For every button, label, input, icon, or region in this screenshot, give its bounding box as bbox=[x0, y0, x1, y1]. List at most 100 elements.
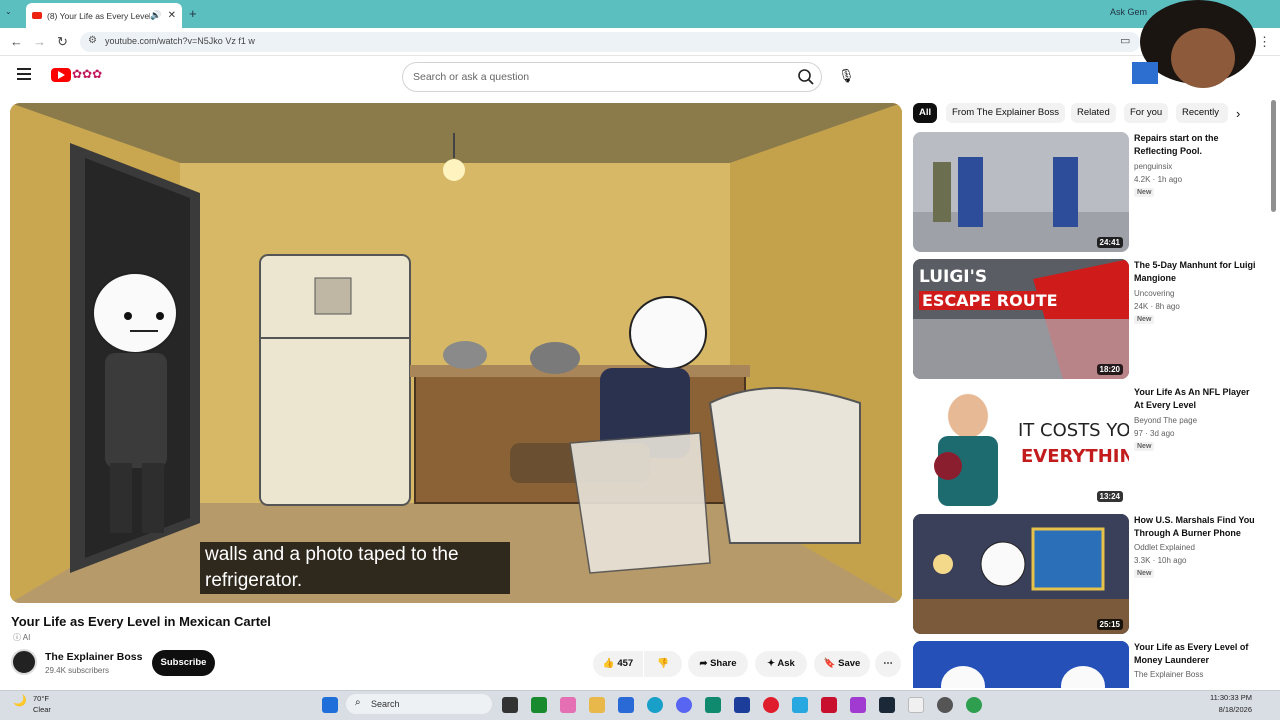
file-explorer-icon[interactable] bbox=[589, 697, 605, 713]
adobe-icon[interactable] bbox=[821, 697, 837, 713]
app-icon-green[interactable] bbox=[705, 697, 721, 713]
windows-taskbar bbox=[0, 690, 1280, 720]
chevron-right-icon[interactable]: › bbox=[1236, 106, 1240, 121]
chip-related[interactable]: Related bbox=[1071, 103, 1116, 123]
recommendation-thumbnail[interactable] bbox=[913, 641, 1129, 688]
app-icon-dark[interactable] bbox=[937, 697, 953, 713]
new-badge: New bbox=[1134, 569, 1155, 578]
app-icon-terminal[interactable] bbox=[531, 697, 547, 713]
reload-icon[interactable]: ↻ bbox=[57, 34, 68, 50]
recommendation-thumbnail[interactable]: LUIGI'S ESCAPE ROUTE 18:20 bbox=[913, 259, 1129, 379]
app-icon-store[interactable] bbox=[618, 697, 634, 713]
app-icon-purple[interactable] bbox=[850, 697, 866, 713]
youtube-logo[interactable] bbox=[51, 68, 71, 82]
channel-name[interactable]: The Explainer Boss bbox=[45, 651, 142, 663]
windows-start-icon[interactable] bbox=[322, 697, 338, 713]
webcam-overlay bbox=[1132, 0, 1256, 88]
thumbnail-image bbox=[913, 514, 1129, 634]
channel-avatar[interactable] bbox=[11, 649, 37, 675]
thumbnail-text: EVERYTHING bbox=[1021, 446, 1129, 467]
recommendation-channel[interactable]: penguinsix bbox=[1134, 162, 1172, 171]
weather-moon-icon[interactable]: 🌙 bbox=[13, 694, 27, 707]
weather-temperature: 70°F bbox=[33, 694, 49, 703]
thumbs-up-icon: 👍 bbox=[602, 658, 615, 669]
recommendation-title[interactable]: How U.S. Marshals Find You Through A Bur… bbox=[1134, 514, 1259, 540]
chip-for-you[interactable]: For you bbox=[1124, 103, 1169, 123]
thumbs-down-icon: 👎 bbox=[657, 658, 669, 669]
video-caption: walls and a photo taped to the refrigera… bbox=[200, 542, 510, 594]
app-icon-f[interactable] bbox=[792, 697, 808, 713]
task-view-icon[interactable] bbox=[502, 697, 518, 713]
video-frame-illustration bbox=[10, 103, 902, 603]
discord-icon[interactable] bbox=[676, 697, 692, 713]
video-title: Your Life as Every Level in Mexican Cart… bbox=[11, 614, 271, 629]
recommendation-channel[interactable]: Uncovering bbox=[1134, 289, 1174, 298]
more-actions-icon[interactable]: ⋯ bbox=[875, 651, 901, 677]
ask-button[interactable]: ✦ Ask bbox=[755, 651, 807, 677]
back-icon[interactable]: ← bbox=[10, 34, 23, 49]
edge-browser-icon[interactable] bbox=[647, 697, 663, 713]
recommendation-meta: 4.2K · 1h ago bbox=[1134, 175, 1183, 184]
like-count: 457 bbox=[617, 658, 634, 669]
recommendation-channel[interactable]: Beyond The page bbox=[1134, 416, 1197, 425]
app-icon-copilot[interactable] bbox=[560, 697, 576, 713]
new-badge: New bbox=[1134, 188, 1155, 197]
recommendation-meta: 24K · 8h ago bbox=[1134, 302, 1180, 311]
recommendation-title[interactable]: Repairs start on the Reflecting Pool. bbox=[1134, 132, 1259, 158]
new-tab-button[interactable]: + bbox=[189, 6, 197, 21]
search-icon[interactable] bbox=[797, 68, 815, 86]
recommendation-channel[interactable]: Oddlet Explained bbox=[1134, 543, 1195, 552]
like-button[interactable]: 👍 457 bbox=[593, 651, 643, 677]
hamburger-menu-icon[interactable] bbox=[17, 68, 31, 82]
chip-all[interactable]: All bbox=[913, 103, 938, 123]
microphone-icon[interactable]: 🎙 bbox=[838, 68, 855, 84]
recommendation-meta: 97 · 3d ago bbox=[1134, 429, 1175, 438]
thumbnail-text: LUIGI'S bbox=[919, 267, 988, 287]
steam-icon[interactable] bbox=[879, 697, 895, 713]
address-bar[interactable]: ⚙ youtube.com/watch?v=N5Jko Vz f1 w bbox=[80, 32, 1140, 52]
opera-icon[interactable] bbox=[763, 697, 779, 713]
video-player[interactable] bbox=[10, 103, 902, 603]
subscribe-button[interactable]: Subscribe bbox=[152, 650, 215, 676]
tab-list-icon[interactable]: ⌄ bbox=[5, 7, 12, 16]
recommendation-thumbnail[interactable]: IT COSTS YOU EVERYTHING 13:24 bbox=[913, 386, 1129, 506]
new-badge: New bbox=[1134, 315, 1155, 324]
thumbnail-text: ESCAPE ROUTE bbox=[919, 291, 1061, 310]
recommendation-meta: 3.3K · 10h ago bbox=[1134, 556, 1187, 565]
recommendation-channel[interactable]: The Explainer Boss bbox=[1134, 670, 1203, 679]
chip-recently[interactable]: Recently bbox=[1176, 103, 1228, 123]
browser-tab[interactable]: (8) Your Life as Every Level in Mexican … bbox=[26, 3, 182, 28]
taskbar-date[interactable]: 8/18/2026 bbox=[1196, 705, 1252, 714]
taskbar-search[interactable]: Search bbox=[346, 694, 492, 714]
subscriber-count: 29.4K subscribers bbox=[45, 666, 110, 675]
tab-title: (8) Your Life as Every Level in Mexican … bbox=[47, 10, 151, 21]
video-duration: 24:41 bbox=[1096, 237, 1123, 248]
caption-line-1: walls and a photo taped to the bbox=[205, 544, 459, 565]
scrollbar[interactable] bbox=[1271, 100, 1276, 212]
close-tab-icon[interactable]: ✕ bbox=[168, 10, 176, 21]
recommendation-title[interactable]: The 5-Day Manhunt for Luigi Mangione bbox=[1134, 259, 1259, 285]
dislike-button[interactable]: 👎 bbox=[644, 651, 682, 677]
app-icon-blue[interactable] bbox=[734, 697, 750, 713]
chrome-icon[interactable] bbox=[966, 697, 982, 713]
save-button[interactable]: 🔖 Save bbox=[814, 651, 870, 677]
doodle-icon[interactable]: ✿✿✿ bbox=[72, 67, 114, 83]
speaker-icon[interactable]: 🔊 bbox=[150, 10, 161, 21]
bookmark-icon: 🔖 bbox=[823, 658, 836, 669]
taskbar-time[interactable]: 11:30:33 PM bbox=[1196, 693, 1252, 702]
chip-from-channel[interactable]: From The Explainer Boss bbox=[946, 103, 1066, 123]
share-icon: ➦ bbox=[699, 658, 708, 669]
recommendation-thumbnail[interactable]: 24:41 bbox=[913, 132, 1129, 252]
forward-icon[interactable]: → bbox=[33, 34, 46, 49]
site-info-icon[interactable]: ⚙ bbox=[88, 35, 97, 46]
caption-line-2: refrigerator. bbox=[205, 570, 303, 591]
search-input[interactable]: Search or ask a question bbox=[402, 62, 822, 92]
recommendation-title[interactable]: Your Life as Every Level of Money Launde… bbox=[1134, 641, 1259, 667]
video-duration: 25:15 bbox=[1096, 619, 1123, 630]
share-button[interactable]: ➦ Share bbox=[688, 651, 748, 677]
recommendation-title[interactable]: Your Life As An NFL Player At Every Leve… bbox=[1134, 386, 1259, 412]
recommendation-thumbnail[interactable]: 25:15 bbox=[913, 514, 1129, 634]
music-icon[interactable] bbox=[908, 697, 924, 713]
youtube-favicon-icon bbox=[32, 12, 42, 19]
sparkle-icon: ✦ bbox=[767, 658, 776, 669]
